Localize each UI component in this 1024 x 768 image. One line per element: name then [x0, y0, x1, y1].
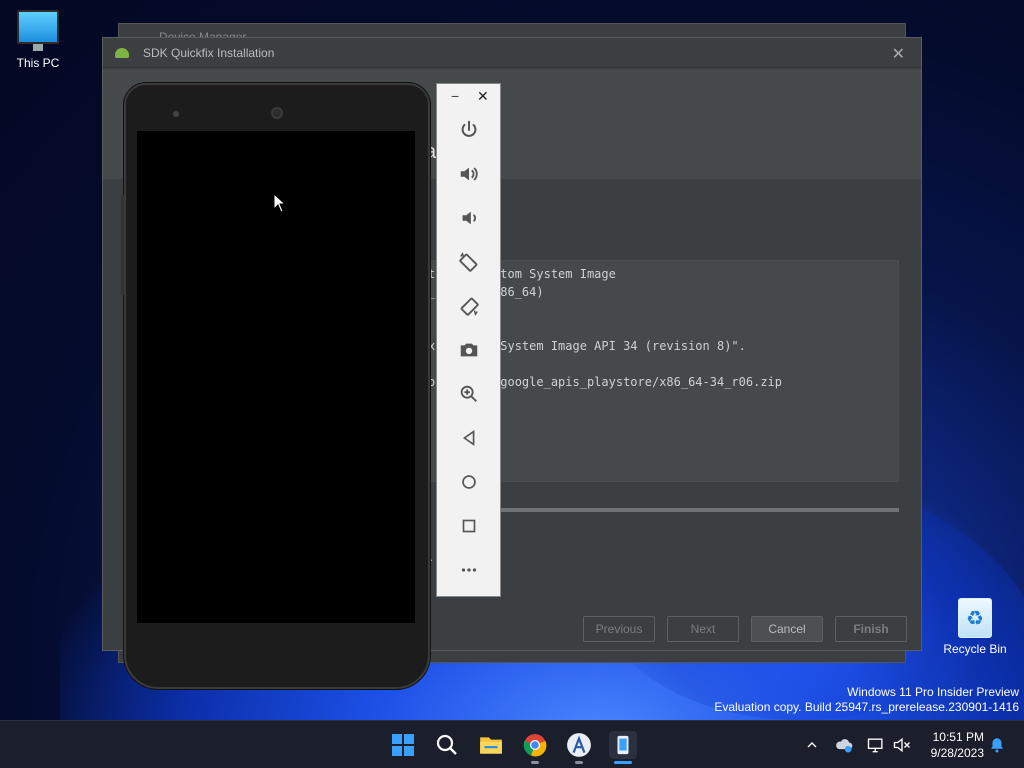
- volume-muted-icon[interactable]: [890, 731, 914, 759]
- android-icon: [115, 47, 129, 58]
- recycle-bin-icon: ♻: [958, 598, 992, 638]
- android-studio-icon[interactable]: [565, 731, 593, 759]
- windows-watermark: Windows 11 Pro Insider Preview Evaluatio…: [714, 685, 1019, 715]
- clock-date: 9/28/2023: [930, 746, 984, 760]
- power-icon[interactable]: [457, 118, 481, 142]
- speaker-grille: [271, 107, 283, 119]
- desktop-icon-label: This PC: [16, 56, 60, 70]
- home-icon[interactable]: [457, 470, 481, 494]
- chevron-up-icon[interactable]: [800, 731, 824, 759]
- this-pc-icon: [17, 10, 59, 51]
- minimize-icon[interactable]: −: [451, 88, 459, 104]
- close-icon[interactable]: ✕: [892, 44, 905, 64]
- file-explorer-icon[interactable]: [477, 731, 505, 759]
- overview-icon[interactable]: [457, 514, 481, 538]
- search-icon[interactable]: [433, 731, 461, 759]
- desktop-icon-this-pc[interactable]: This PC: [0, 10, 76, 70]
- volume-up-icon[interactable]: [457, 162, 481, 186]
- side-button: [121, 195, 124, 295]
- rotate-left-icon[interactable]: [457, 250, 481, 274]
- taskbar-clock[interactable]: 10:51 PM 9/28/2023: [918, 729, 984, 761]
- desktop-icon-label: Recycle Bin: [943, 642, 1007, 656]
- cancel-button[interactable]: Cancel: [751, 616, 823, 642]
- previous-button[interactable]: Previous: [583, 616, 655, 642]
- dialog-title: SDK Quickfix Installation: [143, 45, 275, 60]
- notification-bell-icon[interactable]: [985, 731, 1009, 759]
- progress-bar: [499, 508, 899, 512]
- close-icon[interactable]: ✕: [477, 88, 489, 105]
- dialog-titlebar: SDK Quickfix Installation: [103, 38, 921, 68]
- taskbar: 10:51 PM 9/28/2023: [0, 720, 1024, 768]
- running-indicator: [575, 761, 583, 764]
- progress-fill: [499, 508, 899, 512]
- finish-button[interactable]: Finish: [835, 616, 907, 642]
- emulator-device-frame: [121, 83, 430, 689]
- zoom-icon[interactable]: [457, 382, 481, 406]
- chrome-icon[interactable]: [521, 731, 549, 759]
- start-icon[interactable]: [389, 731, 417, 759]
- back-icon[interactable]: [457, 426, 481, 450]
- rotate-right-icon[interactable]: [457, 294, 481, 318]
- camera-icon[interactable]: [457, 338, 481, 362]
- emulator-toolbar: − ✕: [436, 83, 501, 597]
- onedrive-icon[interactable]: [832, 731, 856, 759]
- more-icon[interactable]: [457, 558, 481, 582]
- toolbar-window-controls: − ✕: [437, 84, 500, 110]
- network-icon[interactable]: [864, 731, 888, 759]
- camera-dot: [173, 111, 179, 117]
- volume-down-icon[interactable]: [457, 206, 481, 230]
- desktop-icon-recycle-bin[interactable]: ♻ Recycle Bin: [937, 598, 1013, 656]
- active-indicator: [614, 761, 632, 764]
- emulator-icon[interactable]: [609, 731, 637, 759]
- running-indicator: [531, 761, 539, 764]
- clock-time: 10:51 PM: [932, 730, 984, 744]
- watermark-line: Evaluation copy. Build 25947.rs_prerelea…: [714, 700, 1019, 714]
- watermark-line: Windows 11 Pro Insider Preview: [847, 685, 1019, 699]
- next-button[interactable]: Next: [667, 616, 739, 642]
